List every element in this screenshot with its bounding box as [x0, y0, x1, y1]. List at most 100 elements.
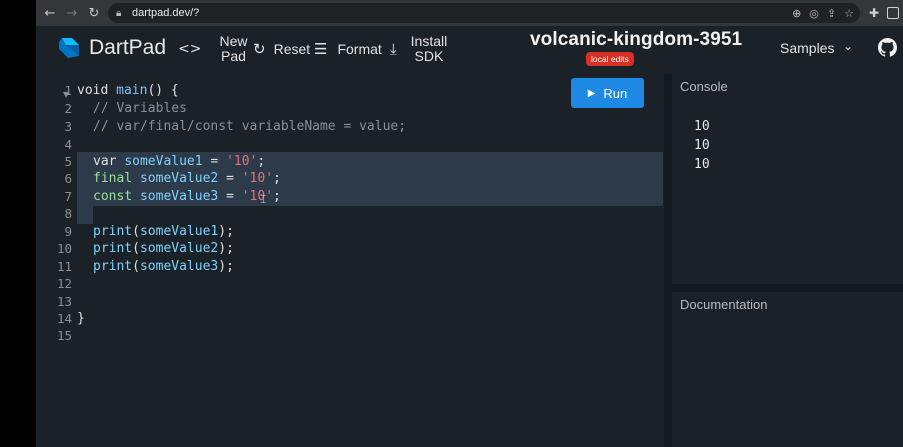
app-frame: ← → ↻ 🔒︎ dartpad.dev/? ⊕ ◎ ⇪ ☆ ✚ DartPad…	[36, 0, 903, 447]
share-icon[interactable]: ⇪	[827, 7, 836, 20]
code-icon: <>	[178, 41, 202, 57]
code-comment: // Variables	[93, 101, 187, 116]
panel-divider-horizontal[interactable]	[672, 284, 903, 292]
code-line[interactable]: var someValue1 = '10';	[93, 153, 265, 171]
star-icon[interactable]: ☆	[844, 7, 854, 20]
code-line[interactable]: const someValue3 = '10';	[93, 188, 281, 206]
code-string: '10'	[226, 154, 258, 169]
window-icon[interactable]	[887, 7, 899, 19]
code-token: someValue2	[139, 241, 219, 256]
code-line[interactable]: // var/final/const variableName = value;	[93, 118, 406, 136]
code-line[interactable]: print(someValue1);	[93, 223, 234, 241]
code-token: () {	[147, 83, 179, 98]
line-number: 11	[56, 259, 72, 274]
chevron-down-icon[interactable]: ⌄	[843, 39, 853, 53]
code-token: main	[116, 83, 148, 98]
reset-label: Reset	[273, 41, 311, 57]
code-line[interactable]: final someValue2 = '10';	[93, 170, 281, 188]
arrow-right-icon[interactable]: →	[62, 3, 82, 23]
install-label-2: SDK	[414, 48, 444, 64]
zoom-icon[interactable]: ⊕	[792, 7, 801, 20]
code-token: print	[93, 259, 133, 274]
code-line[interactable]: // Variables	[93, 100, 187, 118]
documentation-panel: Documentation	[672, 292, 903, 447]
install-sdk-button[interactable]: ⤓ Install SDK	[390, 26, 447, 72]
code-token: someValue2	[139, 171, 219, 186]
refresh-icon: ↻	[253, 40, 266, 58]
line-number: 7	[64, 189, 72, 204]
code-token: ;	[273, 189, 281, 204]
puzzle-icon[interactable]: ✚	[869, 6, 879, 20]
code-line[interactable]: print(someValue2);	[93, 240, 234, 258]
line-number: 5	[64, 154, 72, 169]
github-icon[interactable]	[878, 38, 897, 57]
code-token: final	[93, 171, 133, 186]
code-token: void	[77, 83, 109, 98]
code-token: print	[93, 224, 133, 239]
code-token: someValue3	[139, 189, 219, 204]
reset-button[interactable]: ↻ Reset	[253, 26, 310, 72]
code-line[interactable]: print(someValue3);	[93, 258, 234, 276]
code-token: ;	[257, 154, 266, 169]
code-token: var	[93, 154, 117, 169]
line-number: 3	[64, 119, 72, 134]
code-token: =	[202, 154, 227, 169]
documentation-title: Documentation	[680, 297, 768, 312]
console-output-line: 10	[694, 157, 710, 172]
format-label: Format	[337, 41, 382, 57]
code-token: someValue1	[139, 224, 219, 239]
new-pad-button[interactable]: <> New Pad	[178, 26, 247, 72]
code-editor[interactable]: 1 ▼ 2 3 4 5 6 7 8 9 10 11 12 13 14 15 vo…	[36, 74, 664, 447]
new-pad-label-2: Pad	[221, 48, 246, 64]
panel-divider-vertical[interactable]	[664, 74, 672, 447]
new-pad-label-1: New	[219, 33, 248, 49]
console-output-line: 10	[694, 119, 710, 134]
address-bar-icons: ⊕ ◎ ⇪ ☆	[792, 3, 854, 23]
code-line[interactable]: }	[77, 310, 85, 328]
code-token: }	[77, 311, 85, 326]
line-number: 14	[56, 311, 72, 326]
eye-off-icon[interactable]: ◎	[809, 7, 819, 20]
fold-arrow-icon[interactable]: ▼	[63, 90, 69, 99]
code-token: =	[218, 171, 242, 186]
local-edits-badge: local edits	[586, 52, 634, 66]
app-brand: DartPad	[89, 36, 167, 59]
selection-highlight-tail	[77, 206, 93, 224]
text-cursor-icon: 𝙸	[259, 192, 268, 206]
code-token: ;	[273, 171, 281, 186]
run-button[interactable]: ▶ Run	[571, 78, 644, 108]
line-number: 15	[56, 328, 72, 343]
code-token: someValue1	[124, 154, 203, 169]
format-button[interactable]: ☰ Format	[314, 26, 382, 72]
line-number: 4	[64, 137, 72, 152]
code-string: '10'	[241, 171, 274, 186]
url-text[interactable]: dartpad.dev/?	[132, 7, 199, 19]
dart-logo-icon	[59, 38, 79, 58]
line-number: 6	[64, 171, 72, 186]
line-number: 10	[56, 241, 72, 256]
arrow-left-icon[interactable]: ←	[40, 3, 60, 23]
align-left-icon: ☰	[314, 40, 328, 58]
reload-icon[interactable]: ↻	[84, 3, 104, 23]
pad-title[interactable]: volcanic-kingdom-3951	[530, 29, 742, 51]
code-token: print	[93, 241, 133, 256]
install-label-1: Install	[410, 33, 448, 49]
code-token: const	[93, 189, 133, 204]
line-number: 2	[64, 101, 72, 116]
browser-chrome: ← → ↻ 🔒︎ dartpad.dev/? ⊕ ◎ ⇪ ☆ ✚	[36, 0, 903, 26]
code-line[interactable]: void main() {	[77, 82, 179, 100]
line-number: 9	[64, 224, 72, 239]
code-token: =	[218, 189, 242, 204]
address-bar[interactable]: 🔒︎ dartpad.dev/? ⊕ ◎ ⇪ ☆	[108, 3, 860, 23]
code-token: someValue3	[139, 259, 219, 274]
code-comment: // var/final/const variableName = value;	[93, 119, 407, 134]
run-label: Run	[603, 85, 628, 101]
console-panel: Console 10 10 10	[672, 74, 903, 284]
line-number: 12	[56, 276, 72, 291]
console-output-line: 10	[694, 138, 710, 153]
app-toolbar: DartPad <> New Pad ↻ Reset ☰ Format ⤓ In…	[36, 26, 903, 72]
samples-dropdown[interactable]: Samples	[780, 40, 834, 56]
lock-icon: 🔒︎	[116, 7, 122, 19]
download-icon: ⤓	[390, 40, 397, 58]
play-icon: ▶	[587, 87, 596, 99]
